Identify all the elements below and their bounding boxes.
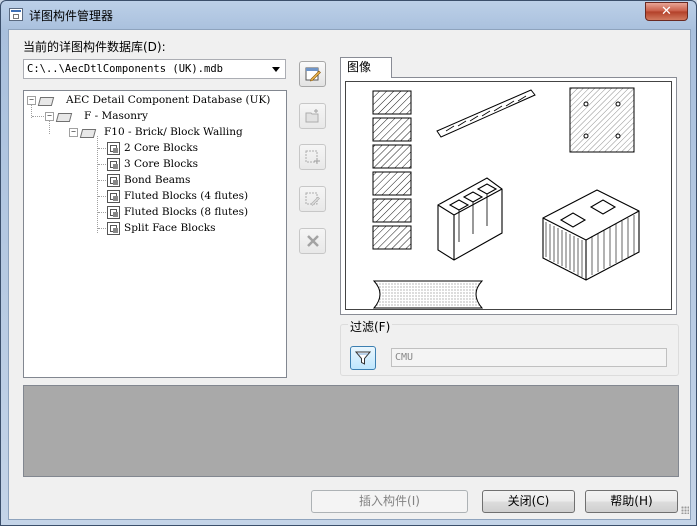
database-label: 当前的详图构件数据库(D): [23, 40, 166, 54]
dialog-window: 详图构件管理器 ✕ 当前的详图构件数据库(D): C:\..\AecDtlCom… [0, 0, 697, 526]
tree-line [32, 116, 44, 117]
collapse-toggle-walling[interactable]: − [69, 128, 78, 137]
tree-leaf-3-core[interactable]: 3 Core Blocks [124, 157, 198, 171]
component-preview [345, 81, 672, 310]
block-face-drawing [569, 87, 635, 153]
tab-image[interactable]: 图像 [340, 57, 392, 78]
bond-beam-drawing [436, 89, 536, 138]
component-icon [107, 174, 120, 187]
delete-icon [307, 235, 319, 247]
tree-line [97, 136, 98, 233]
split-face-drawing [372, 280, 484, 309]
filter-label: 过滤(F) [348, 318, 393, 335]
component-tree[interactable]: − AEC Detail Component Database (UK) − F… [23, 90, 287, 378]
collapse-toggle-root[interactable]: − [27, 96, 36, 105]
component-icon [107, 222, 120, 235]
edit-component-icon [305, 192, 320, 206]
open-folder-icon [39, 95, 55, 106]
window-title: 详图构件管理器 [29, 9, 114, 23]
component-icon [107, 206, 120, 219]
title-bar[interactable]: 详图构件管理器 ✕ [1, 1, 696, 29]
funnel-icon [355, 351, 371, 365]
edit-component-button[interactable] [299, 186, 326, 212]
collapse-toggle-masonry[interactable]: − [45, 112, 54, 121]
tree-line [98, 212, 106, 213]
tree-leaf-bond-beams[interactable]: Bond Beams [124, 173, 190, 187]
filter-button[interactable] [350, 346, 376, 370]
tree-node-root[interactable]: AEC Detail Component Database (UK) [66, 93, 270, 107]
tree-leaf-2-core[interactable]: 2 Core Blocks [124, 141, 198, 155]
resize-grip[interactable] [681, 506, 689, 514]
tree-line [98, 164, 106, 165]
tree-node-walling[interactable]: F10 - Brick/ Block Walling [104, 125, 243, 139]
tree-line [49, 120, 50, 134]
component-icon [107, 190, 120, 203]
close-button[interactable]: 关闭(C) [482, 490, 575, 513]
edit-database-button[interactable] [299, 61, 326, 87]
image-tab-panel [340, 77, 677, 315]
tree-leaf-fluted-4[interactable]: Fluted Blocks (4 flutes) [124, 189, 248, 203]
new-component-button[interactable] [299, 144, 326, 170]
database-combo[interactable]: C:\..\AecDtlComponents (UK).mdb [23, 59, 286, 79]
tree-line [98, 196, 106, 197]
insert-component-button[interactable]: 插入构件(I) [311, 490, 468, 513]
tree-line [98, 148, 106, 149]
new-component-icon [305, 150, 320, 164]
tree-line [98, 228, 106, 229]
edit-database-icon [305, 67, 321, 82]
database-value: C:\..\AecDtlComponents (UK).mdb [27, 63, 223, 75]
help-button[interactable]: 帮助(H) [585, 490, 678, 513]
delete-button[interactable] [299, 228, 326, 254]
dialog-client: 当前的详图构件数据库(D): C:\..\AecDtlComponents (U… [8, 29, 691, 520]
chevron-down-icon[interactable] [272, 67, 280, 72]
tree-line [98, 180, 106, 181]
description-area [23, 385, 679, 477]
open-folder-icon [57, 111, 73, 122]
block-preview-drawing [372, 87, 640, 309]
three-core-block-drawing [437, 177, 503, 261]
app-icon [9, 8, 23, 21]
fluted-block-drawing [542, 189, 640, 281]
new-folder-icon [305, 109, 319, 123]
tree-leaf-split-face[interactable]: Split Face Blocks [124, 221, 215, 235]
component-icon [107, 158, 120, 171]
new-folder-button[interactable] [299, 103, 326, 129]
filter-input[interactable]: CMU [391, 348, 667, 367]
stacked-blocks-drawing [372, 90, 412, 250]
close-window-button[interactable]: ✕ [645, 2, 688, 21]
tree-leaf-fluted-8[interactable]: Fluted Blocks (8 flutes) [124, 205, 248, 219]
tree-node-masonry[interactable]: F - Masonry [84, 109, 148, 123]
component-icon [107, 142, 120, 155]
open-folder-icon [81, 127, 97, 138]
